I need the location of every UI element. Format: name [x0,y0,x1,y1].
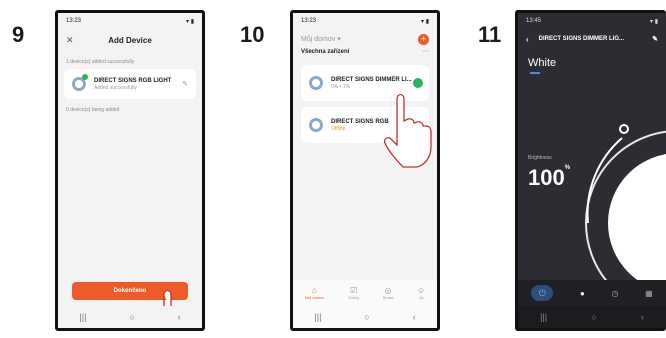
android-nav-bar: ||| ○ ‹ [58,306,202,328]
tab-scenes[interactable]: ☑ Scény [348,286,359,300]
recent-apps-icon[interactable]: ||| [540,312,547,322]
status-bar: 13:23 ▾ ▮ [293,13,437,29]
check-icon [82,74,88,80]
android-nav-bar: ||| ○ ‹ [293,306,437,328]
tab-me[interactable]: ☺ Já [417,286,425,300]
profile-tab-icon: ☺ [416,286,426,295]
home-icon[interactable]: ○ [591,312,596,322]
device-name: DIRECT SIGNS DIMMER LI... [331,76,412,83]
grid-icon[interactable]: ▦ [645,289,653,298]
home-icon[interactable]: ○ [364,312,369,322]
mode-label-white[interactable]: White [518,49,666,69]
phone-screen-home: 13:23 ▾ ▮ Můj domov ▾ + Všechna zařízení… [290,10,440,331]
section-header: Všechna zařízení ··· [293,49,437,55]
power-icon[interactable]: ⏻ [531,285,554,301]
brightness-unit: % [564,165,571,171]
device-ring-icon [309,76,323,90]
tab-label: Smart [382,295,394,300]
power-toggle-icon[interactable] [413,78,423,88]
home-tab-icon: ⌂ [312,286,317,295]
home-selector[interactable]: Můj domov ▾ [301,35,341,43]
device-ring-icon [309,118,323,132]
brightness-label: Brightness [528,155,552,161]
status-time: 13:23 [66,18,82,24]
signal-icon: ▾ ▮ [650,18,658,25]
control-bar: ⏻ ● ◷ ▦ [518,280,666,306]
mode-underline [530,72,540,74]
phone-screen-add-device: 13:23 ▾ ▮ ✕ Add Device 1 device(s) added… [55,10,205,331]
added-count-text: 1 device(s) added successfully [66,59,135,65]
more-icon[interactable]: ··· [423,49,429,55]
add-device-plus-icon[interactable]: + [418,33,429,45]
signal-icon: ▾ ▮ [186,18,194,25]
status-time: 13:23 [301,18,317,24]
tab-label: Já [418,295,424,300]
status-time: 13:45 [526,18,542,24]
android-nav-bar: ||| ○ ‹ [518,306,666,328]
tab-smart[interactable]: ◎ Smart [383,286,394,300]
device-card[interactable]: DIRECT SIGNS RGB LIGHT Added successfull… [64,69,196,99]
dial-handle[interactable] [619,124,629,134]
status-bar: 13:45 ▾ ▮ [518,13,666,29]
recent-apps-icon[interactable]: ||| [79,312,86,322]
timer-icon[interactable]: ◷ [611,289,618,298]
device-sub: 0% • 1% [331,83,350,90]
edit-icon[interactable]: ✎ [652,35,658,43]
back-icon[interactable]: ‹ [413,312,416,322]
home-icon[interactable]: ○ [129,312,134,322]
back-icon[interactable]: ‹ [641,312,644,322]
edit-icon[interactable]: ✎ [182,80,188,88]
scenes-tab-icon: ☑ [349,286,358,295]
tab-home[interactable]: ⌂ Můj domov [305,286,325,300]
section-title: Všechna zařízení [301,49,350,55]
being-added-text: 0 device(s) being added [66,107,120,113]
header: ✕ Add Device [58,29,202,51]
home-header: Můj domov ▾ + [293,29,437,49]
signal-icon: ▾ ▮ [421,18,429,25]
step-number-11: 11 [478,22,502,47]
device-name: DIRECT SIGNS RGB LIGHT [94,77,172,84]
page-title: Add Device [108,35,152,45]
recent-apps-icon[interactable]: ||| [314,312,321,322]
back-icon[interactable]: ‹ [178,312,181,322]
smart-tab-icon: ◎ [384,286,392,295]
home-selector-label: Můj domov [301,36,336,43]
header: ‹ DIRECT SIGNS DIMMER LIG... ✎ [518,29,666,49]
status-bar: 13:23 ▾ ▮ [58,13,202,29]
chevron-down-icon: ▾ [337,36,341,43]
tab-label: Můj domov [304,295,325,300]
hand-pointer-icon [383,93,432,168]
device-title: DIRECT SIGNS DIMMER LIG... [538,36,625,42]
close-icon[interactable]: ✕ [66,35,74,46]
step-number-9: 9 [12,22,25,47]
bulb-icon[interactable]: ● [580,289,585,298]
brightness-number: 100 [528,165,565,190]
phone-screen-dimmer-control: 13:45 ▾ ▮ ‹ DIRECT SIGNS DIMMER LIG... ✎… [515,10,666,331]
bottom-tab-bar: ⌂ Můj domov ☑ Scény ◎ Smart ☺ Já [293,280,437,306]
brightness-value: 100% [528,165,570,191]
back-arrow-icon[interactable]: ‹ [526,35,529,44]
device-status: Added successfully [94,84,137,91]
step-number-10: 10 [240,22,265,47]
tab-label: Scény [347,295,360,300]
